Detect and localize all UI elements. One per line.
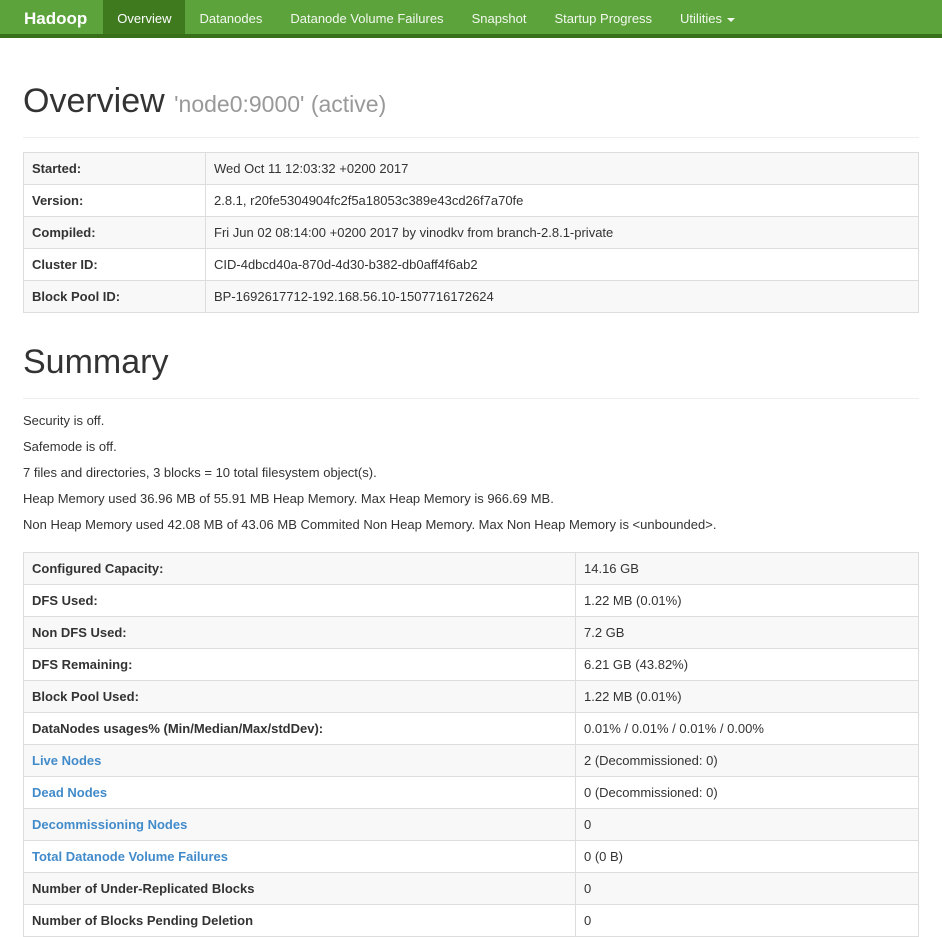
- table-row: Configured Capacity: 14.16 GB: [23, 552, 919, 585]
- divider: [23, 137, 919, 138]
- info-table: Started: Wed Oct 11 12:03:32 +0200 2017 …: [23, 152, 919, 313]
- row-value: 0 (Decommissioned: 0): [575, 776, 919, 809]
- row-value: 1.22 MB (0.01%): [575, 584, 919, 617]
- summary-title: Summary: [23, 343, 169, 381]
- total-datanode-volume-failures-link[interactable]: Total Datanode Volume Failures: [32, 849, 228, 864]
- table-row: DFS Remaining: 6.21 GB (43.82%): [23, 648, 919, 681]
- row-value: 1.22 MB (0.01%): [575, 680, 919, 713]
- row-label: Number of Under-Replicated Blocks: [23, 872, 576, 905]
- table-row: DFS Used: 1.22 MB (0.01%): [23, 584, 919, 617]
- page-subtitle: 'node0:9000' (active): [174, 91, 387, 117]
- row-value: 0.01% / 0.01% / 0.01% / 0.00%: [575, 712, 919, 745]
- nav-item-datanodes[interactable]: Datanodes: [185, 0, 276, 34]
- row-label: Total Datanode Volume Failures: [23, 840, 576, 873]
- main-content: Overview 'node0:9000' (active) Started: …: [0, 82, 942, 937]
- nav-item-label: Overview: [117, 11, 172, 26]
- row-value: 0: [575, 808, 919, 841]
- chevron-down-icon: [726, 17, 735, 22]
- row-label: DataNodes usages% (Min/Median/Max/stdDev…: [23, 712, 576, 745]
- table-row: Cluster ID: CID-4dbcd40a-870d-4d30-b382-…: [23, 248, 919, 281]
- nav-item-label: Datanodes: [199, 11, 263, 26]
- row-label: Decommissioning Nodes: [23, 808, 576, 841]
- row-value: 2.8.1, r20fe5304904fc2f5a18053c389e43cd2…: [205, 184, 919, 217]
- row-value: 7.2 GB: [575, 616, 919, 649]
- row-label: Started:: [23, 152, 206, 185]
- row-value: 0: [575, 904, 919, 937]
- page-title: Overview 'node0:9000' (active): [23, 82, 919, 121]
- dead-nodes-link[interactable]: Dead Nodes: [32, 785, 107, 800]
- row-value: 14.16 GB: [575, 552, 919, 585]
- safemode-status-text: Safemode is off.: [23, 439, 117, 454]
- summary-table: Configured Capacity: 14.16 GB DFS Used: …: [23, 552, 919, 937]
- security-status-text: Security is off.: [23, 413, 105, 428]
- top-navbar: Hadoop Overview Datanodes Datanode Volum…: [0, 0, 942, 38]
- row-label: Live Nodes: [23, 744, 576, 777]
- table-row: Live Nodes 2 (Decommissioned: 0): [23, 744, 919, 777]
- row-value: 2 (Decommissioned: 0): [575, 744, 919, 777]
- row-label: Cluster ID:: [23, 248, 206, 281]
- row-value: 6.21 GB (43.82%): [575, 648, 919, 681]
- nav-item-overview[interactable]: Overview: [103, 0, 186, 34]
- nav-item-label: Utilities: [680, 11, 722, 26]
- table-row: Compiled: Fri Jun 02 08:14:00 +0200 2017…: [23, 216, 919, 249]
- table-row: Dead Nodes 0 (Decommissioned: 0): [23, 776, 919, 809]
- nav-item-snapshot[interactable]: Snapshot: [458, 0, 541, 34]
- table-row: Version: 2.8.1, r20fe5304904fc2f5a18053c…: [23, 184, 919, 217]
- nav-item-label: Datanode Volume Failures: [290, 11, 444, 26]
- row-label: DFS Remaining:: [23, 648, 576, 681]
- row-label: Configured Capacity:: [23, 552, 576, 585]
- table-row: Number of Blocks Pending Deletion 0: [23, 904, 919, 937]
- row-label: Number of Blocks Pending Deletion: [23, 904, 576, 937]
- nav-item-datanode-volume-failures[interactable]: Datanode Volume Failures: [276, 0, 457, 34]
- filesystem-objects-text: 7 files and directories, 3 blocks = 10 t…: [23, 465, 377, 480]
- row-value: 0: [575, 872, 919, 905]
- row-label: Version:: [23, 184, 206, 217]
- row-label: DFS Used:: [23, 584, 576, 617]
- row-value: BP-1692617712-192.168.56.10-150771617262…: [205, 280, 919, 313]
- page-title-text: Overview: [23, 82, 165, 120]
- summary-text: Security is off. Safemode is off. 7 file…: [23, 413, 919, 532]
- nav-item-label: Startup Progress: [554, 11, 653, 26]
- row-label: Block Pool ID:: [23, 280, 206, 313]
- live-nodes-link[interactable]: Live Nodes: [32, 753, 101, 768]
- non-heap-memory-text: Non Heap Memory used 42.08 MB of 43.06 M…: [23, 517, 717, 532]
- row-value: CID-4dbcd40a-870d-4d30-b382-db0aff4f6ab2: [205, 248, 919, 281]
- table-row: DataNodes usages% (Min/Median/Max/stdDev…: [23, 712, 919, 745]
- table-row: Number of Under-Replicated Blocks 0: [23, 872, 919, 905]
- row-label: Block Pool Used:: [23, 680, 576, 713]
- decommissioning-nodes-link[interactable]: Decommissioning Nodes: [32, 817, 187, 832]
- nav-item-label: Snapshot: [471, 11, 527, 26]
- table-row: Non DFS Used: 7.2 GB: [23, 616, 919, 649]
- row-value: 0 (0 B): [575, 840, 919, 873]
- row-label: Non DFS Used:: [23, 616, 576, 649]
- divider: [23, 398, 919, 399]
- table-row: Total Datanode Volume Failures 0 (0 B): [23, 840, 919, 873]
- table-row: Block Pool Used: 1.22 MB (0.01%): [23, 680, 919, 713]
- table-row: Decommissioning Nodes 0: [23, 808, 919, 841]
- nav-menu: Overview Datanodes Datanode Volume Failu…: [103, 0, 749, 34]
- row-value: Wed Oct 11 12:03:32 +0200 2017: [205, 152, 919, 185]
- nav-item-startup-progress[interactable]: Startup Progress: [541, 0, 667, 34]
- table-row: Started: Wed Oct 11 12:03:32 +0200 2017: [23, 152, 919, 185]
- brand-link[interactable]: Hadoop: [0, 0, 103, 34]
- heap-memory-text: Heap Memory used 36.96 MB of 55.91 MB He…: [23, 491, 554, 506]
- summary-table-wrap: Configured Capacity: 14.16 GB DFS Used: …: [23, 552, 919, 937]
- row-value: Fri Jun 02 08:14:00 +0200 2017 by vinodk…: [205, 216, 919, 249]
- row-label: Compiled:: [23, 216, 206, 249]
- row-label: Dead Nodes: [23, 776, 576, 809]
- table-row: Block Pool ID: BP-1692617712-192.168.56.…: [23, 280, 919, 313]
- nav-item-utilities[interactable]: Utilities: [666, 0, 749, 34]
